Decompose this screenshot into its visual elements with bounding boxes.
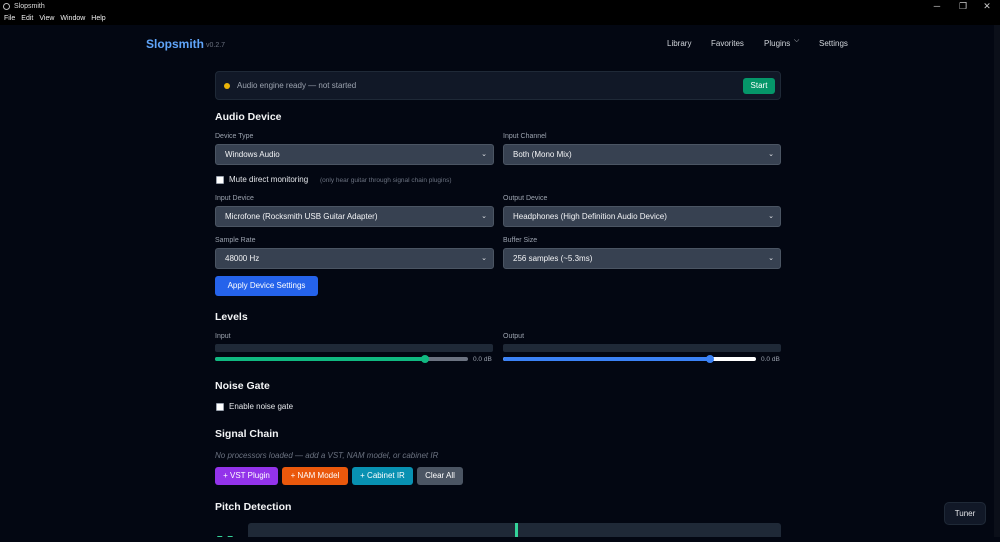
input-level-meter — [215, 344, 493, 352]
audio-device-heading: Audio Device — [215, 111, 282, 123]
input-channel-value: Both (Mono Mix) — [513, 150, 572, 159]
chevron-down-icon: ⌄ — [481, 151, 487, 158]
input-device-value: Microfone (Rocksmith USB Guitar Adapter) — [225, 212, 378, 221]
signal-chain-heading: Signal Chain — [215, 428, 279, 440]
menu-bar: File Edit View Window Help — [0, 12, 1000, 25]
noise-gate-label[interactable]: Enable noise gate — [229, 402, 293, 411]
signal-chain-empty-text: No processors loaded — add a VST, NAM mo… — [215, 451, 439, 460]
buffer-size-value: 256 samples (~5.3ms) — [513, 254, 593, 263]
chevron-down-icon: ⌄ — [768, 213, 774, 220]
output-gain-thumb[interactable] — [706, 355, 715, 363]
output-db-value: 0.0 dB — [761, 356, 780, 363]
levels-heading: Levels — [215, 311, 248, 323]
input-level-label: Input — [215, 333, 231, 340]
output-device-label: Output Device — [503, 195, 548, 202]
noise-gate-heading: Noise Gate — [215, 380, 270, 392]
minimize-button[interactable]: ─ — [924, 0, 950, 12]
buffer-size-select[interactable]: 256 samples (~5.3ms) ⌄ — [503, 248, 781, 269]
input-device-label: Input Device — [215, 195, 254, 202]
nav-settings[interactable]: Settings — [819, 39, 848, 48]
sample-rate-value: 48000 Hz — [225, 254, 260, 263]
noise-gate-checkbox[interactable] — [216, 403, 224, 411]
top-nav: Slopsmith v0.2.7 Library Favorites Plugi… — [0, 25, 1000, 63]
input-device-select[interactable]: Microfone (Rocksmith USB Guitar Adapter)… — [215, 206, 494, 227]
pitch-needle — [515, 523, 518, 537]
apply-device-settings-button[interactable]: Apply Device Settings — [215, 276, 318, 296]
pitch-meter — [248, 523, 781, 537]
device-type-select[interactable]: Windows Audio ⌄ — [215, 144, 494, 165]
input-db-value: 0.0 dB — [473, 356, 492, 363]
chevron-down-icon: ⌄ — [481, 255, 487, 262]
menu-window[interactable]: Window — [60, 15, 85, 22]
output-level-meter — [503, 344, 781, 352]
chevron-down-icon: ⌄ — [768, 255, 774, 262]
menu-help[interactable]: Help — [91, 15, 105, 22]
status-text: Audio engine ready — not started — [237, 81, 357, 90]
chevron-down-icon: ⌄ — [481, 213, 487, 220]
window-title: Slopsmith — [14, 2, 45, 10]
input-channel-label: Input Channel — [503, 133, 547, 140]
audio-status-card: Audio engine ready — not started Start — [215, 71, 781, 100]
page-scrollbar[interactable] — [994, 25, 1000, 537]
menu-edit[interactable]: Edit — [21, 15, 33, 22]
chevron-down-icon: ⌄ — [768, 151, 774, 158]
pitch-detection-heading: Pitch Detection — [215, 501, 292, 513]
sample-rate-select[interactable]: 48000 Hz ⌄ — [215, 248, 494, 269]
input-gain-thumb[interactable] — [420, 355, 429, 363]
input-gain-slider[interactable] — [215, 355, 468, 363]
input-channel-select[interactable]: Both (Mono Mix) ⌄ — [503, 144, 781, 165]
device-type-value: Windows Audio — [225, 150, 280, 159]
menu-file[interactable]: File — [4, 15, 15, 22]
clear-all-button[interactable]: Clear All — [417, 467, 463, 485]
restore-button[interactable]: ❐ — [950, 0, 976, 12]
version-label: v0.2.7 — [206, 42, 226, 49]
buffer-size-label: Buffer Size — [503, 237, 538, 244]
output-gain-fill — [503, 357, 711, 361]
sample-rate-label: Sample Rate — [215, 237, 256, 244]
brand-logo[interactable]: Slopsmith — [146, 37, 204, 51]
output-level-label: Output — [503, 333, 525, 340]
mute-monitoring-label[interactable]: Mute direct monitoring — [229, 175, 308, 184]
output-device-value: Headphones (High Definition Audio Device… — [513, 212, 667, 221]
menu-view[interactable]: View — [39, 15, 54, 22]
add-vst-button[interactable]: + VST Plugin — [215, 467, 278, 485]
nav-plugins[interactable]: Plugins — [764, 39, 790, 48]
input-gain-fill — [215, 357, 425, 361]
tuner-button[interactable]: Tuner — [944, 502, 986, 525]
mute-monitoring-hint: (only hear guitar through signal chain p… — [320, 177, 452, 184]
window-titlebar: Slopsmith — [0, 0, 1000, 12]
output-gain-slider[interactable] — [503, 355, 756, 363]
output-device-select[interactable]: Headphones (High Definition Audio Device… — [503, 206, 781, 227]
device-type-label: Device Type — [215, 133, 254, 140]
status-indicator — [224, 83, 230, 89]
nav-library[interactable]: Library — [667, 39, 691, 48]
app-icon — [3, 2, 10, 10]
close-button[interactable]: ✕ — [974, 0, 1000, 12]
add-cabinet-ir-button[interactable]: + Cabinet IR — [352, 467, 413, 485]
mute-monitoring-checkbox[interactable] — [216, 176, 224, 184]
add-nam-button[interactable]: + NAM Model — [282, 467, 348, 485]
chevron-down-icon[interactable]: ⌵ — [794, 37, 799, 45]
nav-favorites[interactable]: Favorites — [711, 39, 744, 48]
start-button[interactable]: Start — [743, 78, 775, 94]
